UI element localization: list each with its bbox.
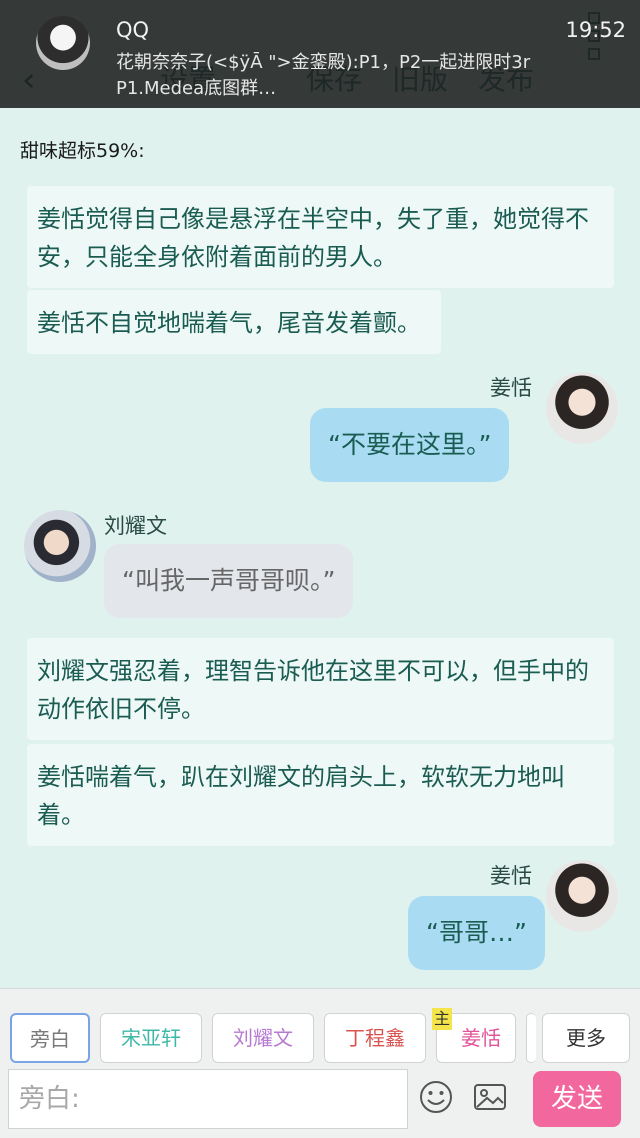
smiley-icon[interactable]: [418, 1079, 454, 1115]
image-icon[interactable]: [472, 1079, 508, 1115]
role-tab-ding-chengxin[interactable]: 丁程鑫: [324, 1013, 426, 1063]
chat-area[interactable]: 甜味超标59%: 姜恬觉得自己像是悬浮在半空中，失了重，她觉得不安，只能全身依附…: [0, 108, 640, 988]
role-tab-partial: [526, 1013, 536, 1063]
speaker-name: 姜恬: [490, 864, 532, 888]
notification-time: 19:52: [565, 18, 626, 42]
chat-bubble-right[interactable]: “哥哥…”: [408, 896, 545, 970]
avatar[interactable]: [546, 860, 618, 932]
chat-bubble-right[interactable]: “不要在这里。”: [310, 408, 510, 482]
message-input[interactable]: 旁白:: [8, 1069, 408, 1129]
narration-block[interactable]: 姜恬喘着气，趴在刘耀文的肩头上，软软无力地叫着。: [27, 744, 614, 846]
speaker-name: 刘耀文: [104, 514, 167, 538]
story-intro: 甜味超标59%:: [20, 140, 145, 162]
composer-bar: 旁白 宋亚轩 刘耀文 丁程鑫 主 姜恬 更多 旁白: 发送: [0, 988, 640, 1138]
narration-block[interactable]: 姜恬不自觉地喘着气，尾音发着颤。: [27, 290, 441, 354]
avatar[interactable]: [546, 372, 618, 444]
host-badge: 主: [432, 1008, 453, 1030]
narration-block[interactable]: 姜恬觉得自己像是悬浮在半空中，失了重，她觉得不安，只能全身依附着面前的男人。: [27, 186, 614, 288]
send-button[interactable]: 发送: [533, 1071, 621, 1127]
role-tab-label: 姜恬: [461, 1026, 501, 1050]
role-tab-narrator[interactable]: 旁白: [10, 1013, 90, 1063]
notification-line-2: P1.Medea底图群…: [116, 78, 277, 99]
narration-block[interactable]: 刘耀文强忍着，理智告诉他在这里不可以，但手中的动作依旧不停。: [27, 638, 614, 740]
qq-notification[interactable]: QQ 19:52 花朝奈奈子(<$ÿĀ ">金銮殿):P1，P2一起进限时3r …: [0, 0, 640, 108]
notification-avatar: [36, 16, 90, 70]
notification-app-name: QQ: [116, 18, 150, 42]
notification-line-1: 花朝奈奈子(<$ÿĀ ">金銮殿):P1，P2一起进限时3r: [116, 52, 531, 73]
more-roles-button[interactable]: 更多: [542, 1013, 630, 1063]
role-tab-jiang-tian[interactable]: 主 姜恬: [432, 1008, 516, 1063]
avatar[interactable]: [24, 510, 96, 582]
role-tab-song-yaxuan[interactable]: 宋亚轩: [100, 1013, 202, 1063]
role-tab-liu-yaowen[interactable]: 刘耀文: [212, 1013, 314, 1063]
chat-bubble-left[interactable]: “叫我一声哥哥呗。”: [104, 544, 354, 618]
speaker-name: 姜恬: [490, 376, 532, 400]
